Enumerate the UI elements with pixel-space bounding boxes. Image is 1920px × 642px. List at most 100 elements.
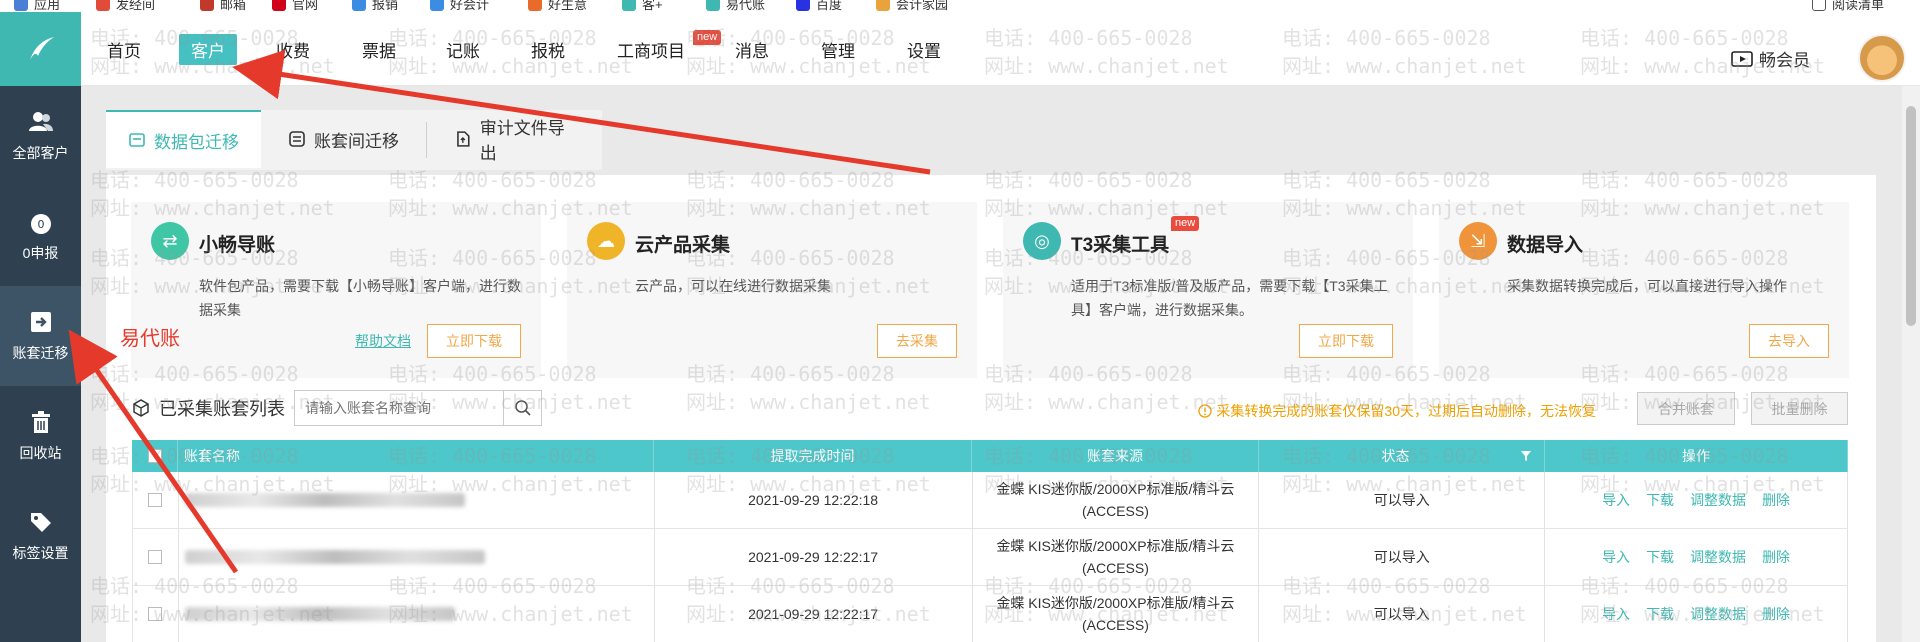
- migrate-icon: [30, 312, 51, 332]
- list-title: 已采集账套列表: [159, 399, 285, 419]
- bookmark-keplus[interactable]: 客+: [622, 0, 663, 12]
- table-row: 2021-09-29 12:22:17 金蝶 KIS迷你版/2000XP标准版/…: [132, 529, 1848, 586]
- yidaizhang-icon: [706, 0, 720, 11]
- logo-icon: [29, 37, 54, 60]
- row-checkbox[interactable]: [148, 607, 163, 621]
- apps-icon: [14, 0, 28, 11]
- list-header: 已采集账套列表: [131, 395, 285, 421]
- users-icon: [28, 112, 53, 131]
- status-text: 可以导入: [1259, 529, 1546, 585]
- bookmarks-bar: 应用 发经间 邮箱 官网 报销 好会计 好生意 客+ 易代账 百度 会计家园 阅…: [0, 0, 1920, 12]
- bookmark-1[interactable]: 发经间: [96, 0, 155, 12]
- import-action[interactable]: 导入: [1602, 547, 1630, 567]
- header-status: 状态: [1259, 440, 1545, 472]
- bookmark-baidu[interactable]: 百度: [796, 0, 842, 12]
- bookmark-expense[interactable]: 报销: [352, 0, 398, 12]
- table-row: 2021-09-29 12:22:17 金蝶 KIS迷你版/2000XP标准版/…: [132, 586, 1848, 642]
- card-desc: 云产品，可以在线进行数据采集: [635, 278, 831, 294]
- bookmark-mail[interactable]: 邮箱: [200, 0, 246, 12]
- download-button[interactable]: 立即下载: [427, 324, 521, 358]
- tag-icon: [30, 513, 51, 532]
- page-scrollbar[interactable]: [1902, 86, 1920, 642]
- adjust-data-action[interactable]: 调整数据: [1690, 547, 1746, 567]
- card-desc: 适用于T3标准版/普及版产品，需要下载【T3采集工具】客户端，进行数据采集。: [1071, 278, 1388, 318]
- account-table: 账套名称 提取完成时间 账套来源 状态 操作 2021-09-29 12:22:…: [132, 440, 1848, 642]
- bookmark-business[interactable]: 好生意: [528, 0, 587, 12]
- sidebar-item-all-clients[interactable]: 全部客户: [0, 86, 81, 186]
- row-checkbox[interactable]: [148, 493, 163, 507]
- annotation-label: 易代账: [120, 328, 180, 350]
- select-all-checkbox[interactable]: [147, 449, 162, 463]
- kjjy-icon: [876, 0, 890, 11]
- filter-icon[interactable]: [1520, 450, 1532, 462]
- tab-between-accounts[interactable]: 账套间迁移: [266, 110, 421, 168]
- help-doc-link[interactable]: 帮助文档: [355, 331, 411, 351]
- new-badge: new: [1171, 216, 1200, 231]
- card-t3: ◎ T3采集工具 new 适用于T3标准版/普及版产品，需要下载【T3采集工具】…: [1003, 202, 1413, 378]
- bookmark-site[interactable]: 官网: [272, 0, 318, 12]
- avatar[interactable]: [1858, 34, 1906, 82]
- bookmark-accounting[interactable]: 好会计: [430, 0, 489, 12]
- import-button[interactable]: 去导入: [1749, 324, 1829, 358]
- warning-icon: [1198, 404, 1213, 418]
- nav-bookkeeping[interactable]: 记账: [446, 37, 480, 62]
- card-desc: 采集数据转换完成后，可以直接进行导入操作: [1507, 278, 1787, 294]
- nav-settings[interactable]: 设置: [907, 37, 941, 62]
- bookmark-yidaizhang[interactable]: 易代账: [706, 0, 765, 12]
- nav-home[interactable]: 首页: [107, 37, 141, 62]
- keplus-icon: [622, 0, 636, 11]
- reading-list[interactable]: 阅读清单: [1812, 0, 1884, 12]
- download-action[interactable]: 下载: [1646, 490, 1674, 510]
- nav-fees[interactable]: 收费: [276, 37, 310, 62]
- top-nav: 首页 客户 收费 票据 记账 报税 工商项目 new 消息 管理 设置 畅会员: [81, 12, 1920, 86]
- download-button[interactable]: 立即下载: [1299, 324, 1393, 358]
- app-logo[interactable]: [0, 12, 81, 86]
- card-desc: 软件包产品，需要下载【小畅导账】客户端，进行数据采集: [199, 278, 521, 318]
- nav-clients[interactable]: 客户: [179, 34, 237, 65]
- table-header: 账套名称 提取完成时间 账套来源 状态 操作: [132, 440, 1848, 472]
- collect-button[interactable]: 去采集: [877, 324, 957, 358]
- import-action[interactable]: 导入: [1602, 490, 1630, 510]
- scrollbar-thumb[interactable]: [1906, 106, 1916, 326]
- nav-manage[interactable]: 管理: [821, 37, 855, 62]
- tab-divider: [426, 122, 427, 158]
- delete-action[interactable]: 删除: [1762, 490, 1790, 510]
- delete-action[interactable]: 删除: [1762, 547, 1790, 567]
- download-action[interactable]: 下载: [1646, 547, 1674, 567]
- nav-messages[interactable]: 消息: [735, 37, 769, 62]
- batch-delete-button[interactable]: 批量删除: [1751, 392, 1848, 425]
- bookmark-apps[interactable]: 应用: [14, 0, 60, 12]
- sidebar-item-tags[interactable]: 标签设置: [0, 486, 81, 586]
- import-action[interactable]: 导入: [1602, 604, 1630, 624]
- delete-action[interactable]: 删除: [1762, 604, 1790, 624]
- sidebar-item-zero-declare[interactable]: 0 0申报: [0, 186, 81, 286]
- status-text: 可以导入: [1259, 586, 1546, 642]
- download-action[interactable]: 下载: [1646, 604, 1674, 624]
- blurred-account-name: [184, 493, 465, 507]
- business-icon: [528, 0, 542, 11]
- nav-business-projects[interactable]: 工商项目: [617, 37, 685, 62]
- box-icon: [133, 399, 149, 417]
- bookmark-kjjy[interactable]: 会计家园: [876, 0, 948, 12]
- nav-invoices[interactable]: 票据: [362, 37, 396, 62]
- adjust-data-action[interactable]: 调整数据: [1690, 604, 1746, 624]
- adjust-data-action[interactable]: 调整数据: [1690, 490, 1746, 510]
- row-checkbox[interactable]: [148, 550, 163, 564]
- sidebar-item-trash[interactable]: 回收站: [0, 386, 81, 486]
- tab-audit-export[interactable]: 审计文件导出: [432, 110, 602, 168]
- account-source: 金蝶 KIS迷你版/2000XP标准版/精斗云(ACCESS): [996, 538, 1235, 576]
- main-panel: ⇄ 小畅导账 软件包产品，需要下载【小畅导账】客户端，进行数据采集 帮助文档 立…: [106, 175, 1876, 642]
- tab-data-package[interactable]: 数据包迁移: [106, 110, 261, 168]
- search-input[interactable]: [295, 391, 504, 425]
- extract-time: 2021-09-29 12:22:18: [655, 472, 973, 528]
- nav-tax[interactable]: 报税: [531, 37, 565, 62]
- merge-button[interactable]: 合并账套: [1637, 392, 1735, 425]
- search-box: [294, 390, 542, 426]
- new-badge: new: [693, 30, 722, 45]
- export-arrow-icon: ⇄: [151, 222, 189, 260]
- vip-link[interactable]: 畅会员: [1731, 46, 1810, 71]
- sidebar-item-migrate[interactable]: 账套迁移: [0, 286, 81, 386]
- search-button[interactable]: [503, 391, 541, 425]
- migration-tabs: 数据包迁移 账套间迁移 审计文件导出: [106, 110, 602, 170]
- header-time: 提取完成时间: [654, 440, 972, 472]
